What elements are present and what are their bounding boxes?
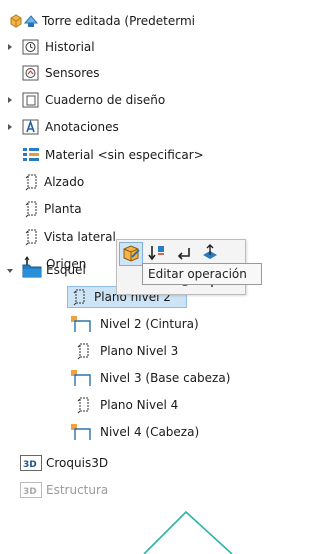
design-binder-icon (22, 92, 39, 108)
tree-item-sensores[interactable]: Sensores (0, 62, 251, 84)
tree-item-nivel-4[interactable]: Nivel 4 (Cabeza) (0, 421, 251, 443)
sketch-icon (71, 424, 91, 440)
plane-icon (77, 343, 89, 360)
expand-arrow-icon[interactable] (6, 96, 14, 104)
tooltip: Editar operación (142, 263, 262, 285)
back-arrow-icon (177, 248, 190, 260)
sketch-icon (71, 370, 91, 386)
tree-item-label: Nivel 2 (Cintura) (100, 317, 199, 331)
collapse-arrow-icon[interactable] (6, 267, 14, 275)
expand-arrow-icon[interactable] (6, 123, 14, 131)
plane-icon (25, 201, 37, 218)
tree-item-alzado[interactable]: Alzado (0, 171, 251, 193)
tree-item-label: Material <sin especificar> (45, 148, 204, 162)
tree-item-label: Croquis3D (46, 456, 109, 470)
edit-feature-icon (123, 245, 140, 262)
tree-item-anotaciones[interactable]: Anotaciones (0, 116, 251, 138)
annotations-icon (22, 119, 39, 135)
tree-item-plano-nivel-3[interactable]: Plano Nivel 3 (0, 340, 251, 362)
tree-item-label: Vista lateral (44, 230, 116, 244)
svg-text:3D: 3D (23, 487, 37, 497)
tree-item-label: Esquel (46, 263, 86, 277)
material-icon (23, 148, 39, 161)
tree-item-cuaderno[interactable]: Cuaderno de diseño (0, 89, 251, 111)
tree-item-label: Plano Nivel 3 (100, 344, 179, 358)
plane-icon (25, 174, 37, 191)
tree-item-label: Estructura (46, 483, 109, 497)
sketch-icon (71, 316, 91, 332)
part-icon (10, 14, 22, 28)
plane-icon (77, 397, 89, 414)
tree-item-label: Historial (45, 40, 95, 54)
tree-item-label: Alzado (44, 175, 85, 189)
tree-item-label: Nivel 3 (Base cabeza) (100, 371, 231, 385)
tree-item-label: Anotaciones (45, 120, 119, 134)
sensor-folder-icon (22, 65, 39, 81)
tree-item-label: Planta (44, 202, 82, 216)
normal-to-icon (203, 244, 217, 259)
folder-icon (22, 264, 42, 278)
tree-item-estructura[interactable]: 3D Estructura (0, 479, 251, 501)
tree-item-material[interactable]: Material <sin especificar> (0, 144, 251, 166)
graphics-outline (143, 510, 233, 554)
tree-item-croquis3d[interactable]: 3D Croquis3D (0, 452, 251, 474)
tree-root[interactable]: Torre editada (Predetermi (0, 10, 251, 32)
tree-item-nivel-3[interactable]: Nivel 3 (Base cabeza) (0, 367, 251, 389)
tree-item-plano-nivel-4[interactable]: Plano Nivel 4 (0, 394, 251, 416)
tree-item-label: Plano Nivel 4 (100, 398, 179, 412)
svg-text:3D: 3D (23, 460, 37, 470)
tree-item-label: Nivel 4 (Cabeza) (100, 425, 200, 439)
3d-sketch-icon: 3D (20, 482, 42, 498)
tree-item-label: Cuaderno de diseño (45, 93, 166, 107)
edit-feature-button[interactable] (119, 242, 143, 266)
tree-root-label: Torre editada (Predetermi (42, 14, 195, 28)
tree-item-historial[interactable]: Historial (0, 36, 251, 58)
expand-arrow-icon[interactable] (6, 43, 14, 51)
3d-sketch-icon: 3D (20, 455, 42, 471)
display-state-icon (23, 15, 39, 27)
tree-item-label: Sensores (45, 66, 100, 80)
plane-icon (73, 289, 85, 306)
tree-item-planta[interactable]: Planta (0, 198, 251, 220)
history-folder-icon (22, 39, 39, 55)
rollback-icon (148, 246, 164, 261)
tree-item-nivel-2[interactable]: Nivel 2 (Cintura) (0, 313, 251, 335)
plane-icon (25, 229, 37, 246)
